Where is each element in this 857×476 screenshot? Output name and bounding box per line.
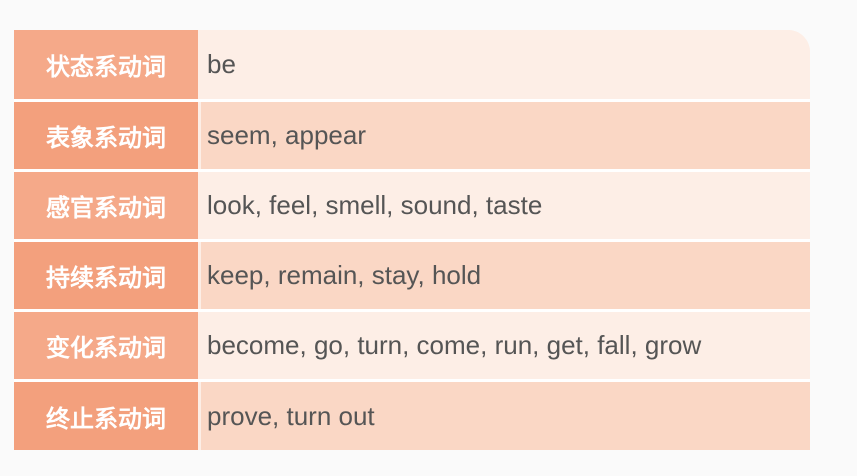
table-row: 终止系动词 prove, turn out bbox=[14, 382, 810, 450]
row-category: 表象系动词 bbox=[14, 102, 198, 169]
linking-verbs-table: 状态系动词 be 表象系动词 seem, appear 感官系动词 look, … bbox=[14, 30, 810, 450]
row-category: 变化系动词 bbox=[14, 312, 198, 379]
row-verbs: keep, remain, stay, hold bbox=[201, 242, 810, 309]
row-category: 状态系动词 bbox=[14, 30, 198, 99]
table-row: 持续系动词 keep, remain, stay, hold bbox=[14, 242, 810, 309]
row-category: 终止系动词 bbox=[14, 382, 198, 450]
row-category: 持续系动词 bbox=[14, 242, 198, 309]
row-verbs: look, feel, smell, sound, taste bbox=[201, 172, 810, 239]
row-verbs: become, go, turn, come, run, get, fall, … bbox=[201, 312, 810, 379]
table-row: 变化系动词 become, go, turn, come, run, get, … bbox=[14, 312, 810, 379]
table-row: 表象系动词 seem, appear bbox=[14, 102, 810, 169]
row-category: 感官系动词 bbox=[14, 172, 198, 239]
table-row: 状态系动词 be bbox=[14, 30, 810, 99]
row-verbs: be bbox=[201, 30, 810, 99]
table-row: 感官系动词 look, feel, smell, sound, taste bbox=[14, 172, 810, 239]
row-verbs: prove, turn out bbox=[201, 382, 810, 450]
row-verbs: seem, appear bbox=[201, 102, 810, 169]
